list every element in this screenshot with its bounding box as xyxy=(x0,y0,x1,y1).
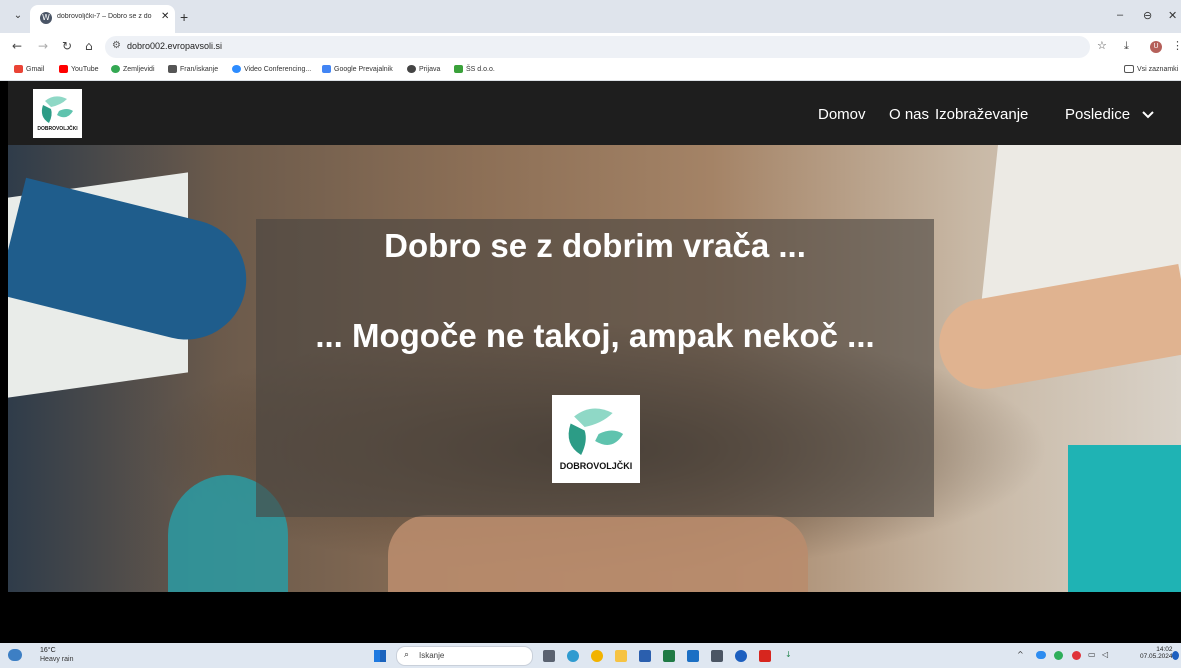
acrobat-icon[interactable] xyxy=(759,650,771,662)
search-icon: ⌕ xyxy=(404,650,410,660)
hero-section: Dobro se z dobrim vrača ... ... Mogoče n… xyxy=(8,145,1181,592)
nav-izobrazevanje[interactable]: Izobraževanje xyxy=(935,106,1028,123)
login-icon xyxy=(407,65,416,73)
translate-icon xyxy=(322,65,331,73)
bookmark-translate[interactable]: Google Prevajalnik xyxy=(322,65,393,73)
gmail-icon xyxy=(14,65,23,73)
weather-temp: 16°C xyxy=(40,647,56,654)
url-text: dobro002.evropavsoli.si xyxy=(127,41,223,51)
nav-o-nas[interactable]: O nas xyxy=(889,106,929,123)
profile-avatar[interactable]: U xyxy=(1150,41,1162,53)
search-placeholder: Iskanje xyxy=(419,651,445,660)
weather-desc: Heavy rain xyxy=(40,656,74,663)
bookmark-maps[interactable]: Zemljevidi xyxy=(111,65,155,73)
download-icon[interactable]: ⤓ xyxy=(1124,39,1129,53)
site-info-icon[interactable]: ⚙ xyxy=(112,40,121,51)
task-view-icon[interactable] xyxy=(543,650,555,662)
hero-overlay: Dobro se z dobrim vrača ... ... Mogoče n… xyxy=(256,219,934,517)
bookmark-fran[interactable]: Fran/iskanje xyxy=(168,65,218,73)
wordpress-icon: W xyxy=(40,12,52,24)
site-logo[interactable]: DOBROVOLJČKI xyxy=(33,89,82,138)
hero-subtitle: ... Mogoče ne takoj, ampak nekoč ... xyxy=(315,317,875,354)
bookmark-star-icon[interactable]: ☆ xyxy=(1097,39,1107,52)
company-icon xyxy=(454,65,463,73)
windows-start-icon[interactable] xyxy=(374,650,386,662)
menu-icon[interactable]: ⋮ xyxy=(1172,39,1181,52)
new-tab-button[interactable]: + xyxy=(180,9,188,25)
back-icon[interactable]: ← xyxy=(12,39,22,53)
help-icon[interactable] xyxy=(735,650,747,662)
logo-text: DOBROVOLJČKI xyxy=(37,126,78,132)
fran-icon xyxy=(168,65,177,73)
file-explorer-icon[interactable] xyxy=(615,650,627,662)
hero-logo-text: DOBROVOLJČKI xyxy=(559,461,633,471)
minimize-button[interactable]: – xyxy=(1117,9,1123,21)
site-header: DOBROVOLJČKI Domov O nas Izobraževanje P… xyxy=(8,81,1181,145)
edge-icon[interactable] xyxy=(567,650,579,662)
close-window-button[interactable]: ✕ xyxy=(1168,9,1177,22)
taskbar-search[interactable]: ⌕ Iskanje xyxy=(396,646,533,666)
bookmark-gmail[interactable]: Gmail xyxy=(14,65,44,73)
clock-time: 14:02 xyxy=(1156,646,1173,653)
chrome-icon[interactable] xyxy=(591,650,603,662)
tray-chevron-up-icon[interactable]: ^ xyxy=(1017,650,1024,659)
hero-title: Dobro se z dobrim vrača ... xyxy=(384,227,806,264)
reload-icon[interactable]: ↻ xyxy=(62,39,72,53)
forward-icon[interactable]: → xyxy=(38,39,48,53)
word-icon[interactable] xyxy=(639,650,651,662)
maps-icon xyxy=(111,65,120,73)
home-icon[interactable]: ⌂ xyxy=(85,39,93,53)
bookmarks-bar: Gmail YouTube Zemljevidi Fran/iskanje Vi… xyxy=(0,61,1181,81)
onedrive-icon[interactable] xyxy=(1036,651,1046,659)
logo-mark-icon xyxy=(41,96,73,123)
browser-tab-bar: ⌄ W dobrovoljčki-7 – Dobro se z do ✕ + –… xyxy=(0,0,1181,33)
outlook-icon[interactable] xyxy=(687,650,699,662)
tray-app-green-icon[interactable] xyxy=(1054,651,1063,660)
chevron-down-icon[interactable] xyxy=(1142,111,1154,119)
close-tab-icon[interactable]: ✕ xyxy=(161,11,169,22)
system-clock[interactable]: 14:02 07.05.2024 xyxy=(1140,646,1173,660)
logo-mark-icon xyxy=(568,408,624,455)
page-footer-area xyxy=(8,592,1181,643)
browser-tab[interactable]: W dobrovoljčki-7 – Dobro se z do ✕ xyxy=(30,5,175,33)
bookmark-youtube[interactable]: YouTube xyxy=(59,65,99,73)
bg-fists xyxy=(388,515,808,592)
download-tray-icon[interactable]: ↓ xyxy=(785,650,792,659)
calculator-icon[interactable] xyxy=(711,650,723,662)
nav-posledice[interactable]: Posledice xyxy=(1065,106,1130,123)
bookmark-zoom[interactable]: Video Conferencing... xyxy=(232,65,311,73)
browser-toolbar: ← → ↻ ⌂ ⚙ dobro002.evropavsoli.si ☆ ⤓ U … xyxy=(0,33,1181,61)
bookmark-prijava[interactable]: Prijava xyxy=(407,65,440,73)
network-icon[interactable]: ▭ xyxy=(1088,650,1096,659)
weather-icon[interactable] xyxy=(8,649,22,661)
tab-search-icon[interactable]: ⌄ xyxy=(10,10,26,24)
zoom-icon xyxy=(232,65,241,73)
clock-date: 07.05.2024 xyxy=(1140,653,1173,660)
tray-app-red-icon[interactable] xyxy=(1072,651,1081,660)
nav-domov[interactable]: Domov xyxy=(818,106,866,123)
bg-teal-object xyxy=(1068,445,1181,592)
folder-icon xyxy=(1124,65,1134,73)
windows-taskbar: 16°C Heavy rain ⌕ Iskanje ↓ ^ ▭ ◁ 14:02 … xyxy=(0,643,1181,668)
notification-icon[interactable] xyxy=(1172,651,1179,660)
hero-logo: DOBROVOLJČKI xyxy=(552,395,640,483)
excel-icon[interactable] xyxy=(663,650,675,662)
bookmark-company[interactable]: ŠS d.o.o. xyxy=(454,65,495,73)
tab-title: dobrovoljčki-7 – Dobro se z do xyxy=(57,13,152,20)
youtube-icon xyxy=(59,65,68,73)
all-bookmarks[interactable]: Vsi zaznamki xyxy=(1124,65,1178,73)
restore-button[interactable]: ⊖ xyxy=(1143,9,1152,22)
volume-icon[interactable]: ◁ xyxy=(1102,650,1108,659)
address-bar[interactable]: ⚙ dobro002.evropavsoli.si xyxy=(105,36,1090,58)
